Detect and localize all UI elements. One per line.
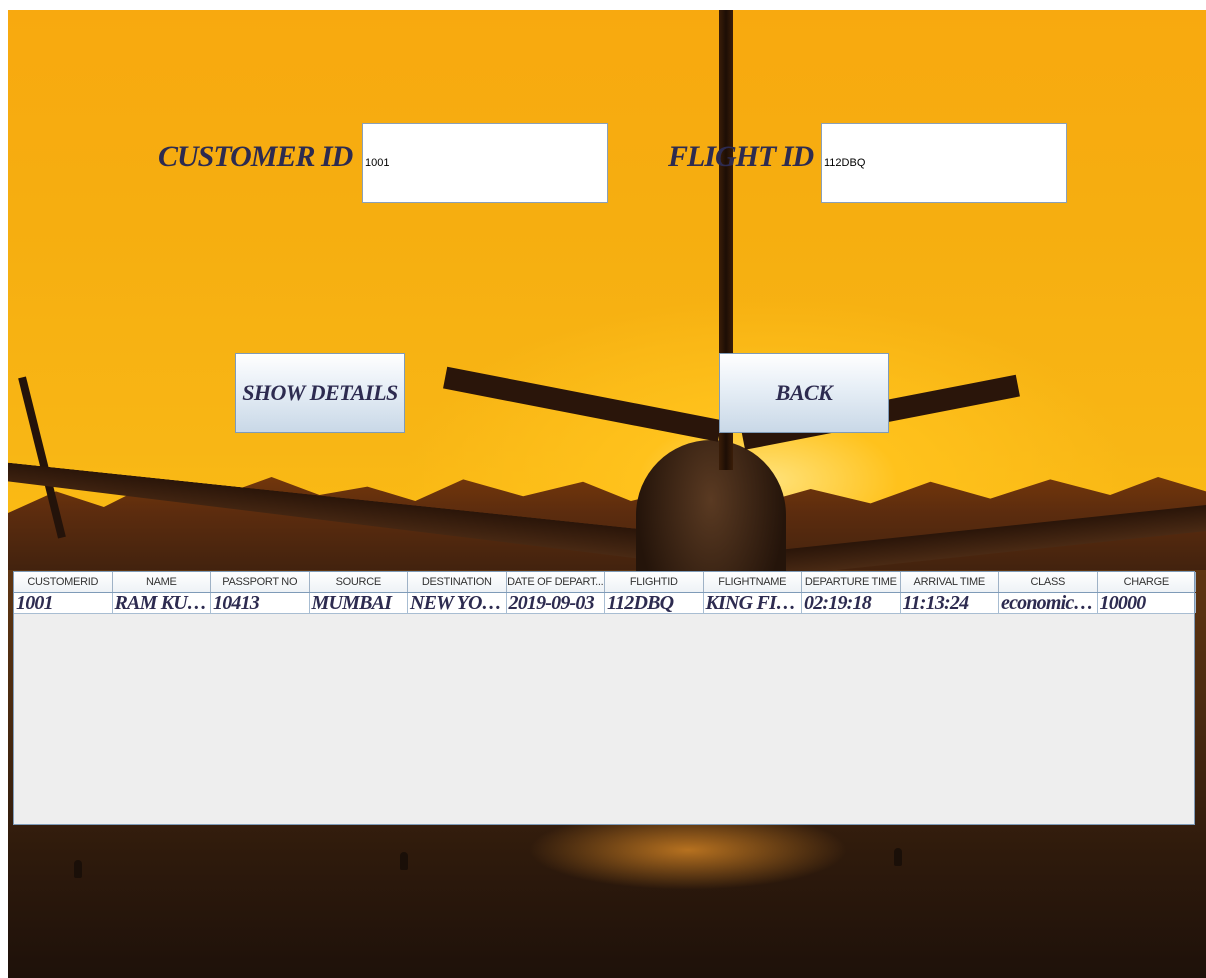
customer-id-field[interactable]: 1001 [362, 123, 608, 203]
runway-light [74, 860, 82, 878]
column-header-class[interactable]: CLASS [999, 572, 1098, 592]
back-button[interactable]: BACK [719, 353, 889, 433]
cell-class[interactable]: economiccl... [999, 593, 1098, 613]
cell-customerid[interactable]: 1001 [14, 593, 113, 613]
column-header-date-of-departure[interactable]: DATE OF DEPART... [507, 572, 605, 592]
cell-flightname[interactable]: KING FISH [704, 593, 802, 613]
column-header-arrival-time[interactable]: ARRIVAL TIME [901, 572, 999, 592]
cell-departure-time[interactable]: 02:19:18 [802, 593, 901, 613]
cell-date-of-departure[interactable]: 2019-09-03 [507, 593, 605, 613]
cell-destination[interactable]: NEW YORK [408, 593, 507, 613]
cell-arrival-time[interactable]: 11:13:24 [901, 593, 999, 613]
runway-light [400, 852, 408, 870]
cell-name[interactable]: RAM KUM... [113, 593, 211, 613]
flight-id-field[interactable]: 112DBQ [821, 123, 1067, 203]
column-header-flightname[interactable]: FLIGHTNAME [704, 572, 802, 592]
table-row[interactable]: 1001 RAM KUM... 10413 MUMBAI NEW YORK 20… [14, 593, 1196, 614]
column-header-departure-time[interactable]: DEPARTURE TIME [802, 572, 901, 592]
flight-id-label: FLIGHT ID [668, 140, 814, 173]
customer-id-label: CUSTOMER ID [158, 140, 353, 173]
column-header-source[interactable]: SOURCE [310, 572, 408, 592]
column-header-passport-no[interactable]: PASSPORT NO [211, 572, 310, 592]
cell-passport-no[interactable]: 10413 [211, 593, 310, 613]
cell-flightid[interactable]: 112DBQ [605, 593, 704, 613]
column-header-customerid[interactable]: CUSTOMERID [14, 572, 113, 592]
show-details-button[interactable]: SHOW DETAILS [235, 353, 405, 433]
column-header-flightid[interactable]: FLIGHTID [605, 572, 704, 592]
cell-source[interactable]: MUMBAI [310, 593, 408, 613]
column-header-name[interactable]: NAME [113, 572, 211, 592]
column-header-charge[interactable]: CHARGE [1098, 572, 1196, 592]
booking-details-table[interactable]: CUSTOMERID NAME PASSPORT NO SOURCE DESTI… [13, 571, 1196, 825]
column-header-destination[interactable]: DESTINATION [408, 572, 507, 592]
cell-charge[interactable]: 10000 [1098, 593, 1196, 613]
runway-light [894, 848, 902, 866]
table-header: CUSTOMERID NAME PASSPORT NO SOURCE DESTI… [14, 572, 1196, 593]
